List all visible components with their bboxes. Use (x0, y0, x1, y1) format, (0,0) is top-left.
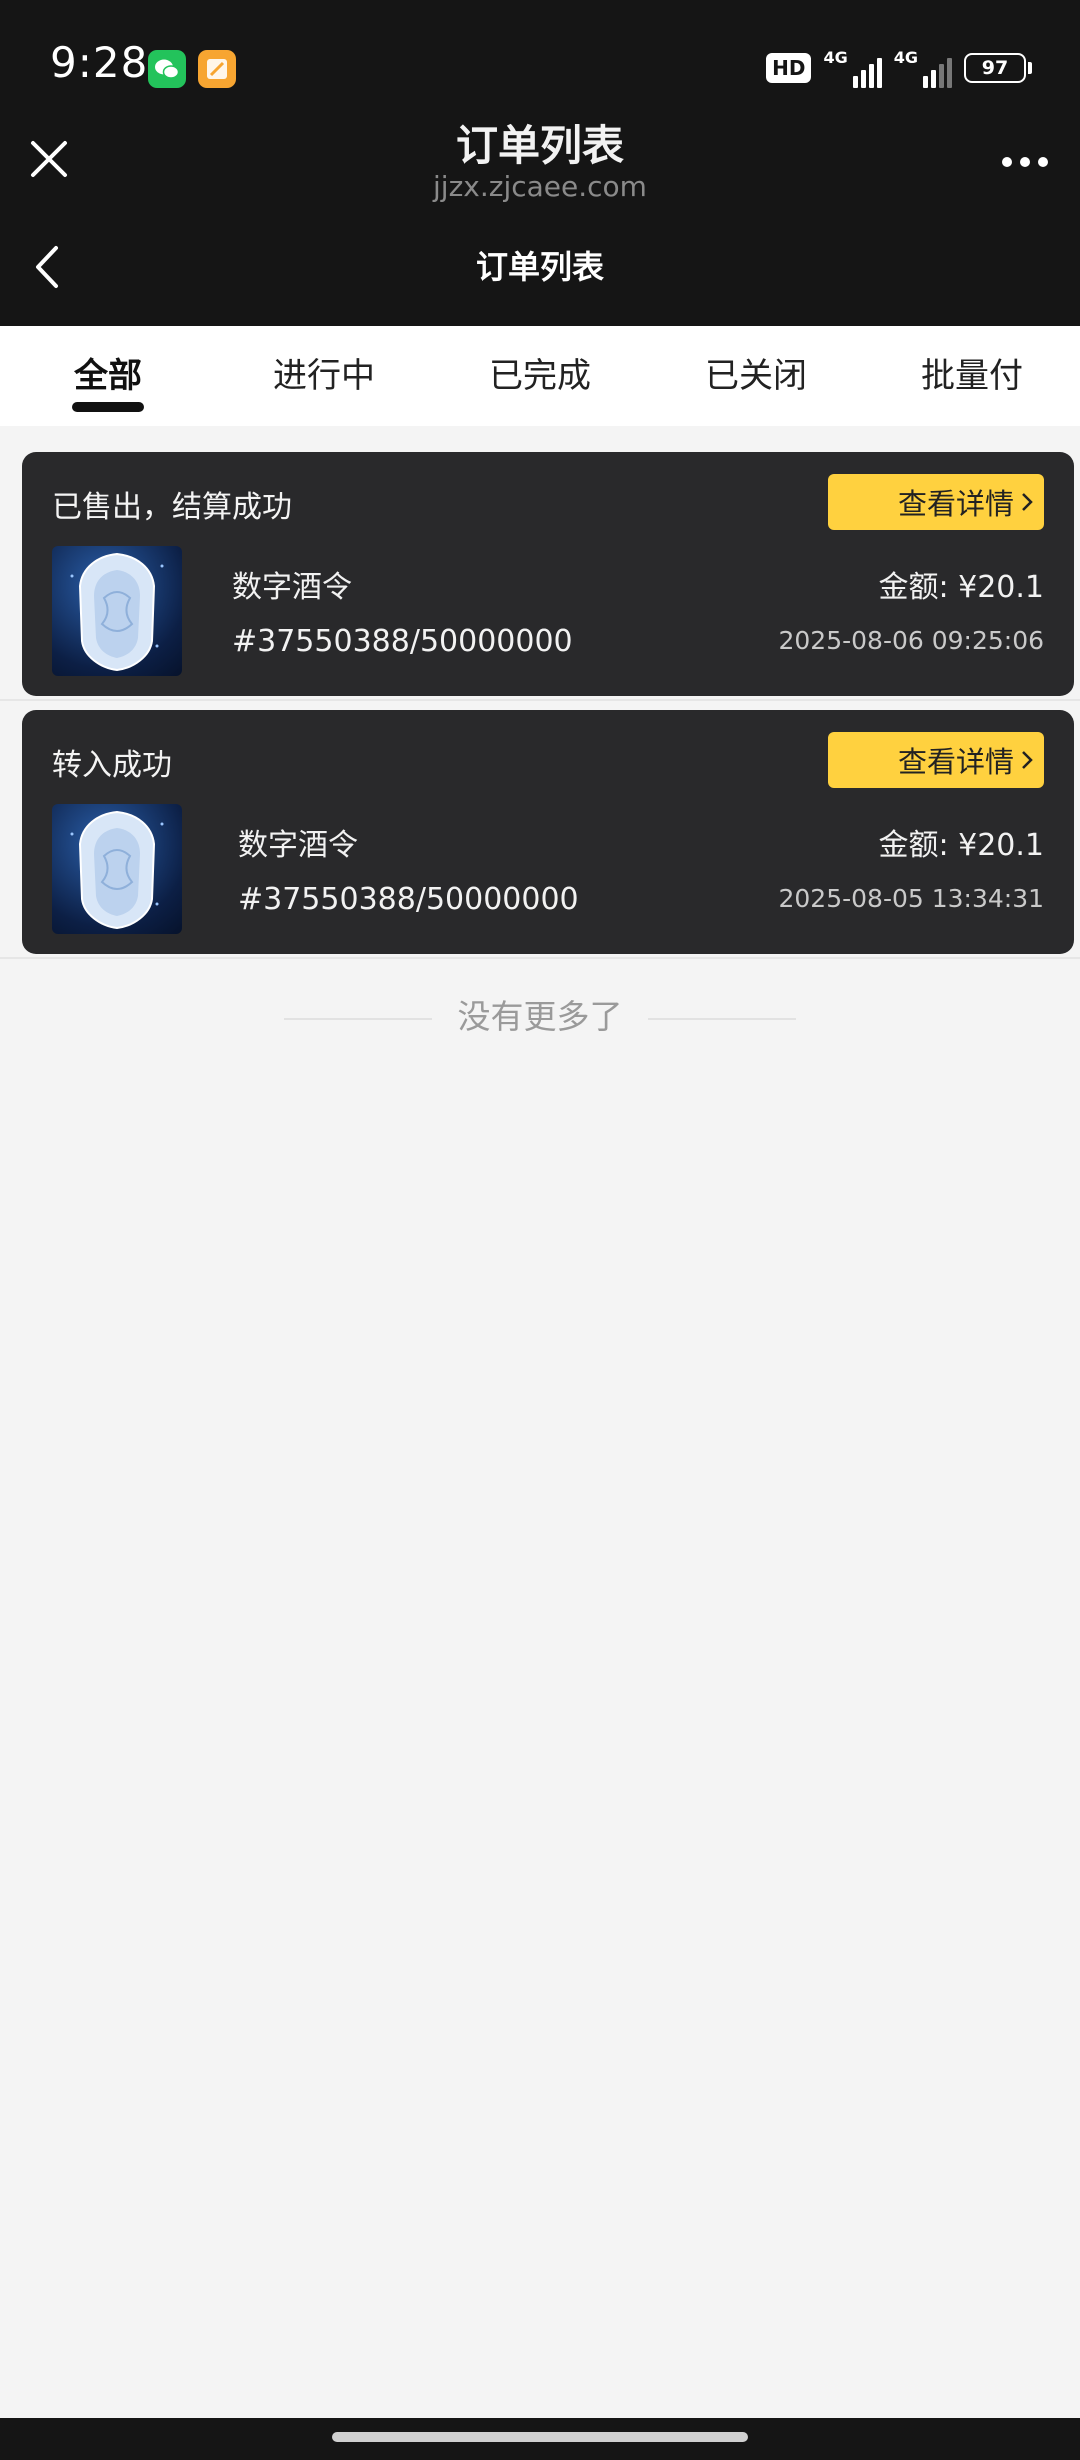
home-indicator[interactable] (332, 2432, 748, 2442)
tab-all[interactable]: 全部 (28, 348, 188, 397)
order-amount: 金额: ¥20.1 (878, 570, 1044, 605)
tab-active-indicator (72, 402, 144, 412)
tab-batch-pay[interactable]: 批量付 (892, 348, 1052, 397)
browser-title-bar: 订单列表 jjzx.zjcaee.com (0, 110, 1080, 220)
product-name: 数字酒令 (238, 828, 358, 863)
divider (0, 957, 1080, 959)
view-details-button[interactable]: 查看详情 (828, 732, 1044, 788)
order-status: 已售出，结算成功 (52, 490, 292, 525)
order-amount: 金额: ¥20.1 (878, 828, 1044, 863)
no-more-text: 没有更多了 (457, 997, 623, 1036)
page-title: 订单列表 (455, 121, 624, 170)
nav-bar: 订单列表 (0, 220, 1080, 326)
product-thumbnail (52, 804, 182, 934)
more-icon[interactable] (1000, 154, 1050, 168)
product-serial: #37550388/50000000 (238, 882, 579, 917)
home-indicator-bar (0, 2418, 1080, 2460)
status-indicators: HD 4G 4G 97 (766, 46, 1032, 90)
chevron-right-icon (1022, 493, 1033, 511)
order-time: 2025-08-05 13:34:31 (778, 884, 1044, 913)
product-thumbnail (52, 546, 182, 676)
order-time: 2025-08-06 09:25:06 (778, 626, 1044, 655)
battery-icon: 97 (964, 53, 1032, 83)
files-icon (198, 50, 236, 88)
view-details-button[interactable]: 查看详情 (828, 474, 1044, 530)
product-name: 数字酒令 (232, 570, 352, 605)
tab-in-progress[interactable]: 进行中 (244, 348, 404, 397)
tab-closed[interactable]: 已关闭 (676, 348, 836, 397)
page-url: jjzx.zjcaee.com (433, 170, 647, 203)
nav-title: 订单列表 (475, 248, 604, 286)
view-details-label: 查看详情 (897, 745, 1014, 779)
order-card[interactable]: 已售出，结算成功 查看详情 数字酒令 #37550388/50000000 金额… (22, 452, 1074, 696)
order-card[interactable]: 转入成功 查看详情 数字酒令 #37550388/50000000 金额: ¥2… (22, 710, 1074, 954)
status-time: 9:28 (50, 38, 149, 87)
tab-completed[interactable]: 已完成 (460, 348, 620, 397)
wechat-icon (148, 50, 186, 88)
order-status: 转入成功 (52, 748, 172, 783)
order-tabs: 全部 进行中 已完成 已关闭 批量付 (0, 326, 1080, 426)
chevron-right-icon (1022, 751, 1033, 769)
divider (0, 699, 1080, 701)
hd-voice-badge: HD (766, 53, 812, 83)
divider-right (648, 1018, 796, 1020)
battery-level: 97 (964, 53, 1026, 83)
signal-icon: 4G (823, 48, 882, 88)
product-serial: #37550388/50000000 (232, 624, 573, 659)
view-details-label: 查看详情 (897, 487, 1014, 521)
status-bar: 9:28 HD 4G 4G 97 (0, 0, 1080, 110)
signal-icon-2: 4G (894, 48, 952, 88)
